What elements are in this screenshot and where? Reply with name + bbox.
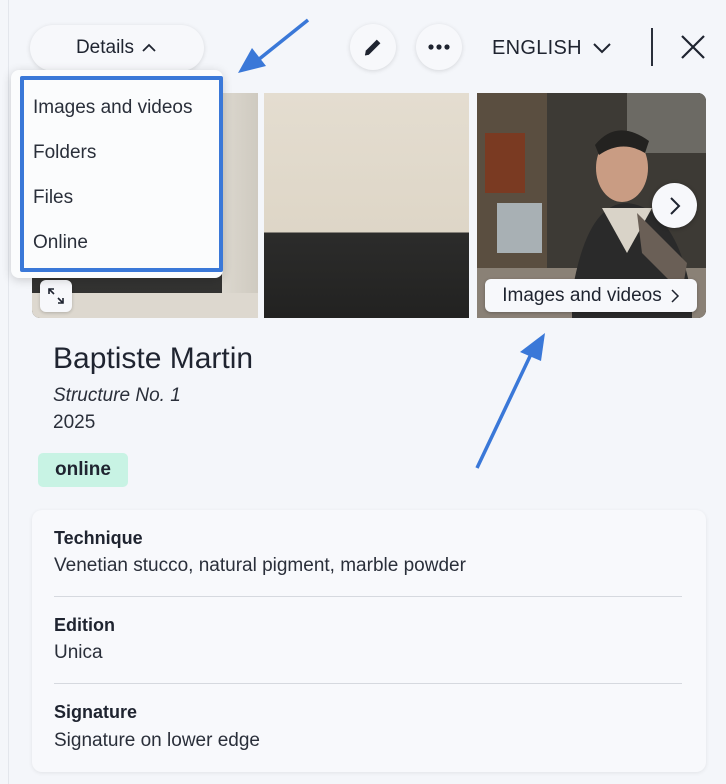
menu-item-online[interactable]: Online bbox=[33, 229, 213, 257]
divider bbox=[54, 596, 682, 597]
technique-label: Technique bbox=[54, 528, 143, 548]
artwork-title: Structure No. 1 bbox=[53, 385, 181, 406]
artist-name: Baptiste Martin bbox=[53, 342, 254, 375]
pencil-icon bbox=[364, 39, 381, 56]
details-label: Details bbox=[75, 37, 135, 58]
artwork-year: 2025 bbox=[53, 412, 96, 433]
expand-button[interactable] bbox=[40, 280, 72, 312]
chevron-right-icon bbox=[671, 288, 679, 303]
edition-label: Edition bbox=[54, 615, 115, 635]
chevron-up-icon bbox=[142, 43, 156, 52]
divider bbox=[54, 683, 682, 684]
language-label: ENGLISH bbox=[492, 36, 582, 59]
menu-item-files[interactable]: Files bbox=[33, 184, 213, 212]
menu-item-folders[interactable]: Folders bbox=[33, 139, 213, 167]
images-and-videos-label: Images and videos bbox=[502, 284, 662, 306]
artwork-image-2[interactable] bbox=[264, 93, 469, 318]
gallery-next-button[interactable] bbox=[652, 183, 697, 228]
technique-value: Venetian stucco, natural pigment, marble… bbox=[54, 555, 466, 576]
menu-item-images-and-videos[interactable]: Images and videos bbox=[33, 94, 213, 122]
language-select[interactable]: ENGLISH bbox=[492, 30, 612, 66]
chevron-down-icon bbox=[593, 43, 611, 54]
edition-value: Unica bbox=[54, 642, 103, 663]
signature-value: Signature on lower edge bbox=[54, 730, 260, 751]
edit-button[interactable] bbox=[350, 24, 396, 70]
chevron-right-icon bbox=[669, 196, 680, 215]
signature-label: Signature bbox=[54, 702, 138, 722]
details-card: Technique Venetian stucco, natural pigme… bbox=[32, 510, 706, 772]
status-badge: online bbox=[38, 453, 128, 487]
header-divider bbox=[651, 28, 653, 66]
expand-icon bbox=[48, 288, 64, 304]
close-icon[interactable] bbox=[676, 30, 710, 64]
more-options-button[interactable] bbox=[416, 24, 462, 70]
details-toggle-button[interactable]: Details bbox=[30, 25, 204, 71]
images-and-videos-chip[interactable]: Images and videos bbox=[485, 279, 697, 312]
details-dropdown-menu: Images and videos Folders Files Online bbox=[11, 70, 223, 278]
more-icon bbox=[428, 44, 450, 50]
